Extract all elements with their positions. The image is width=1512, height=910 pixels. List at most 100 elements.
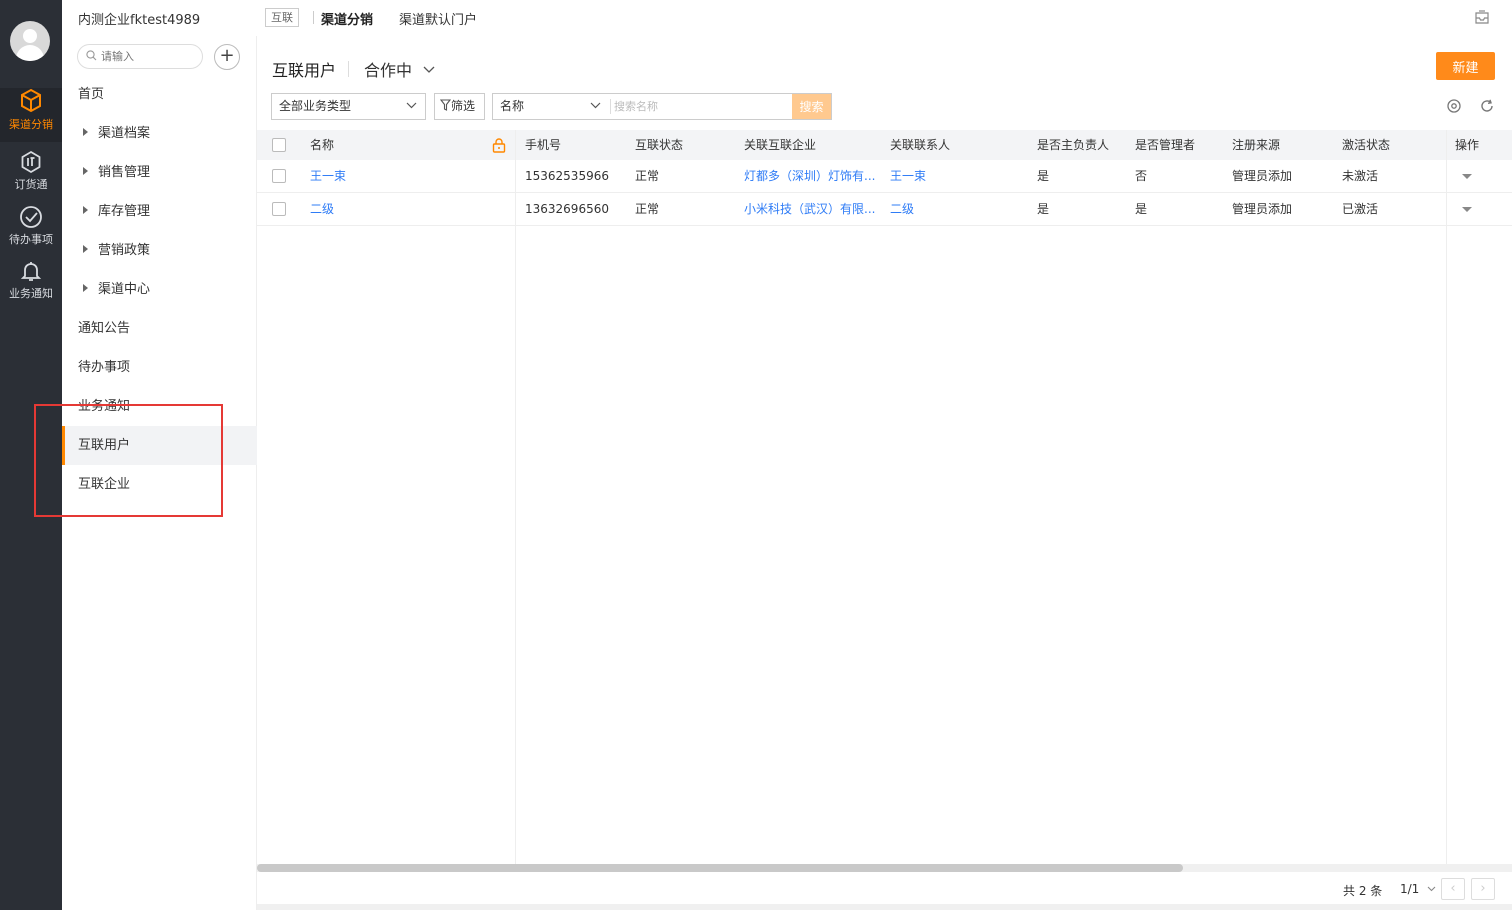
caret-right-icon (83, 128, 88, 136)
caret-right-icon (83, 167, 88, 175)
table-row[interactable]: 王一束 15362535966 正常 灯都多（深圳）灯饰有... 王一束 是 否… (257, 160, 1512, 193)
horizontal-scrollbar[interactable] (257, 864, 1512, 872)
search-icon (86, 50, 97, 61)
search-button[interactable]: 搜索 (792, 94, 831, 119)
rail-item-todo[interactable]: 待办事项 (0, 205, 62, 259)
chevron-down-icon (590, 102, 601, 109)
column-header[interactable]: 是否主负责人 (1037, 130, 1109, 160)
is-admin-cell: 否 (1135, 169, 1148, 183)
nav-search-input[interactable] (101, 50, 191, 63)
add-button[interactable]: + (214, 44, 240, 70)
nav-item-interconnect-companies[interactable]: 互联企业 (62, 465, 257, 504)
nav-item-label: 库存管理 (98, 204, 151, 219)
business-type-select[interactable]: 全部业务类型 (271, 93, 426, 120)
user-name-link[interactable]: 王一束 (310, 160, 346, 192)
company-tag: 互联 (265, 8, 299, 27)
is-owner-cell: 是 (1037, 202, 1050, 216)
row-checkbox[interactable] (272, 202, 286, 216)
nav-item-label: 销售管理 (98, 165, 151, 180)
search-field-select[interactable]: 名称 (493, 94, 609, 119)
nav-item-marketing[interactable]: 营销政策 (62, 231, 257, 270)
search-bar: 名称 搜索 (492, 93, 832, 120)
check-circle-icon (20, 206, 42, 228)
funnel-icon (439, 99, 452, 111)
column-header[interactable]: 关联互联企业 (744, 130, 816, 160)
column-header[interactable]: 关联联系人 (890, 130, 950, 160)
nav-item-todo[interactable]: 待办事项 (62, 348, 257, 387)
avatar[interactable] (10, 21, 50, 61)
prev-page-button[interactable]: ‹ (1441, 878, 1465, 900)
inbox-icon[interactable] (1474, 9, 1490, 25)
source-cell: 管理员添加 (1232, 202, 1293, 216)
topbar-link-portal[interactable]: 渠道默认门户 (399, 9, 477, 28)
divider (610, 99, 611, 114)
company-link[interactable]: 灯都多（深圳）灯饰有... (744, 160, 884, 192)
nav-item-label: 待办事项 (78, 360, 131, 375)
contact-link[interactable]: 二级 (890, 193, 914, 225)
nav-item-label: 营销政策 (98, 243, 151, 258)
select-all-checkbox[interactable] (272, 138, 286, 152)
column-header[interactable]: 激活状态 (1342, 130, 1390, 160)
next-page-button[interactable]: › (1471, 878, 1495, 900)
app-rail: 渠道分销 订货通 待办事项 业务通知 (0, 0, 62, 910)
lock-icon[interactable] (492, 138, 506, 153)
top-bar: 内测企业fktest4989 互联 渠道分销 渠道默认门户 (62, 0, 1512, 36)
nav-item-label: 业务通知 (78, 399, 131, 414)
user-name-link[interactable]: 二级 (310, 193, 334, 225)
chevron-down-icon (1427, 886, 1436, 892)
page-value: 1/1 (1400, 882, 1420, 896)
nav-search[interactable] (77, 44, 203, 69)
nav-item-home[interactable]: 首页 (62, 75, 257, 114)
column-header[interactable]: 名称 (310, 130, 334, 160)
nav-item-sales[interactable]: 销售管理 (62, 153, 257, 192)
chevron-down-icon (423, 66, 435, 73)
nav-item-business-notice[interactable]: 业务通知 (62, 387, 257, 426)
phone-cell: 13632696560 (525, 202, 609, 216)
row-checkbox[interactable] (272, 169, 286, 183)
settings-icon[interactable] (1446, 98, 1462, 114)
status-cell: 正常 (635, 202, 660, 216)
search-input[interactable] (614, 95, 789, 118)
total-count: 共 2 条 (1343, 884, 1383, 898)
nav-item-label: 首页 (78, 87, 105, 102)
table-footer: 共 2 条 1/1 ‹ › (257, 872, 1512, 910)
nav-item-channel-archive[interactable]: 渠道档案 (62, 114, 257, 153)
company-link[interactable]: 小米科技（武汉）有限... (744, 193, 884, 225)
column-header[interactable]: 是否管理者 (1135, 130, 1195, 160)
nav-item-interconnect-users[interactable]: 互联用户 (62, 426, 257, 465)
rail-item-channel[interactable]: 渠道分销 (0, 88, 62, 142)
nav-item-announcements[interactable]: 通知公告 (62, 309, 257, 348)
column-header[interactable]: 注册来源 (1232, 130, 1280, 160)
caret-right-icon (83, 206, 88, 214)
phone-cell: 15362535966 (525, 169, 609, 183)
status-filter-label: 合作中 (364, 61, 413, 80)
nav-item-inventory[interactable]: 库存管理 (62, 192, 257, 231)
order-icon (21, 150, 41, 174)
table-row[interactable]: 二级 13632696560 正常 小米科技（武汉）有限... 二级 是 是 管… (257, 193, 1512, 226)
bell-icon (20, 262, 42, 281)
new-button[interactable]: 新建 (1436, 52, 1495, 80)
filter-button[interactable]: 筛选 (434, 93, 485, 120)
rail-item-label: 订货通 (14, 178, 48, 191)
search-field-value: 名称 (500, 99, 525, 113)
rail-item-notice[interactable]: 业务通知 (0, 259, 62, 313)
frozen-column-divider (515, 130, 516, 864)
row-actions-dropdown[interactable] (1462, 207, 1472, 212)
page-select[interactable]: 1/1 (1400, 882, 1436, 896)
contact-link[interactable]: 王一束 (890, 160, 926, 192)
company-name[interactable]: 内测企业fktest4989 (78, 9, 200, 28)
scrollbar-thumb[interactable] (257, 864, 1183, 872)
status-filter-dropdown[interactable]: 合作中 (364, 57, 435, 81)
rail-item-label: 业务通知 (9, 287, 53, 300)
status-cell: 正常 (635, 169, 660, 183)
column-header[interactable]: 互联状态 (635, 130, 683, 160)
column-header[interactable]: 手机号 (525, 130, 561, 160)
nav-item-label: 渠道档案 (98, 126, 151, 141)
column-header: 操作 (1455, 138, 1480, 152)
refresh-icon[interactable] (1479, 98, 1495, 114)
topbar-link-channel[interactable]: 渠道分销 (321, 9, 373, 28)
nav-item-channel-center[interactable]: 渠道中心 (62, 270, 257, 309)
row-actions-dropdown[interactable] (1462, 174, 1472, 179)
nav-item-label: 互联用户 (78, 438, 131, 453)
rail-item-order[interactable]: 订货通 (0, 150, 62, 204)
